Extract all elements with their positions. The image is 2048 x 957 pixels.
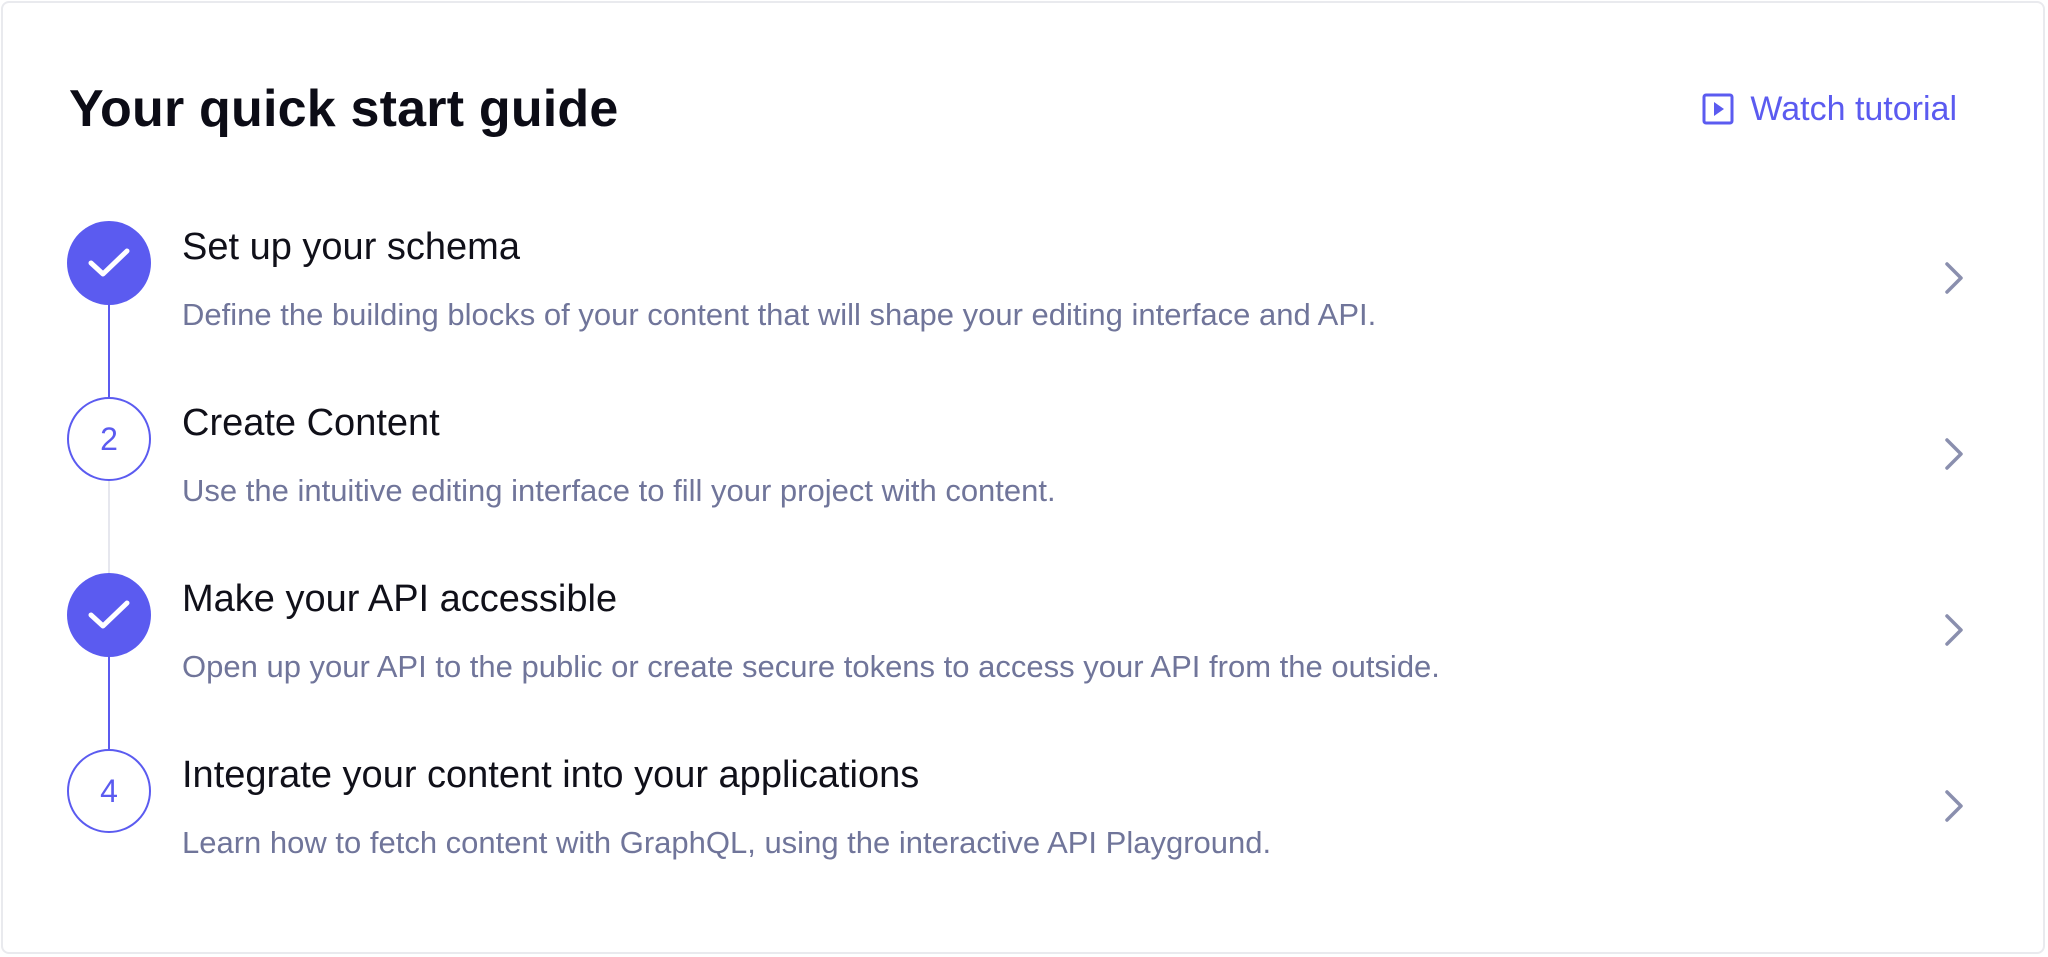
step-number-marker: 4 [67,749,151,833]
chevron-right-icon [1945,790,1963,822]
play-square-icon [1702,93,1734,125]
check-icon [88,600,130,629]
chevron-right-icon [1945,614,1963,646]
quick-start-card: Your quick start guide Watch tutorial Se… [1,1,2045,954]
check-icon [88,248,130,277]
step-title: Integrate your content into your applica… [182,754,920,796]
card-header: Your quick start guide Watch tutorial [69,77,1969,141]
page-title: Your quick start guide [69,80,619,138]
step-title: Make your API accessible [182,578,618,620]
chevron-right-icon [1945,438,1963,470]
step-item-create-content[interactable]: 2 Create Content Use the intuitive editi… [3,379,2047,555]
step-completed-marker [67,573,151,657]
step-title: Set up your schema [182,226,520,268]
chevron-right-icon [1945,262,1963,294]
step-completed-marker [67,221,151,305]
step-description: Learn how to fetch content with GraphQL,… [182,825,1272,860]
step-item-make-api-accessible[interactable]: Make your API accessible Open up your AP… [3,555,2047,731]
step-item-integrate-content[interactable]: 4 Integrate your content into your appli… [3,731,2047,907]
steps-list: Set up your schema Define the building b… [3,203,2047,903]
watch-tutorial-link[interactable]: Watch tutorial [1702,89,1957,129]
watch-tutorial-label: Watch tutorial [1750,90,1957,128]
step-description: Open up your API to the public or create… [182,649,1440,684]
step-item-set-up-schema[interactable]: Set up your schema Define the building b… [3,203,2047,379]
step-description: Use the intuitive editing interface to f… [182,473,1056,508]
step-description: Define the building blocks of your conte… [182,297,1377,332]
step-title: Create Content [182,402,440,444]
step-number-marker: 2 [67,397,151,481]
